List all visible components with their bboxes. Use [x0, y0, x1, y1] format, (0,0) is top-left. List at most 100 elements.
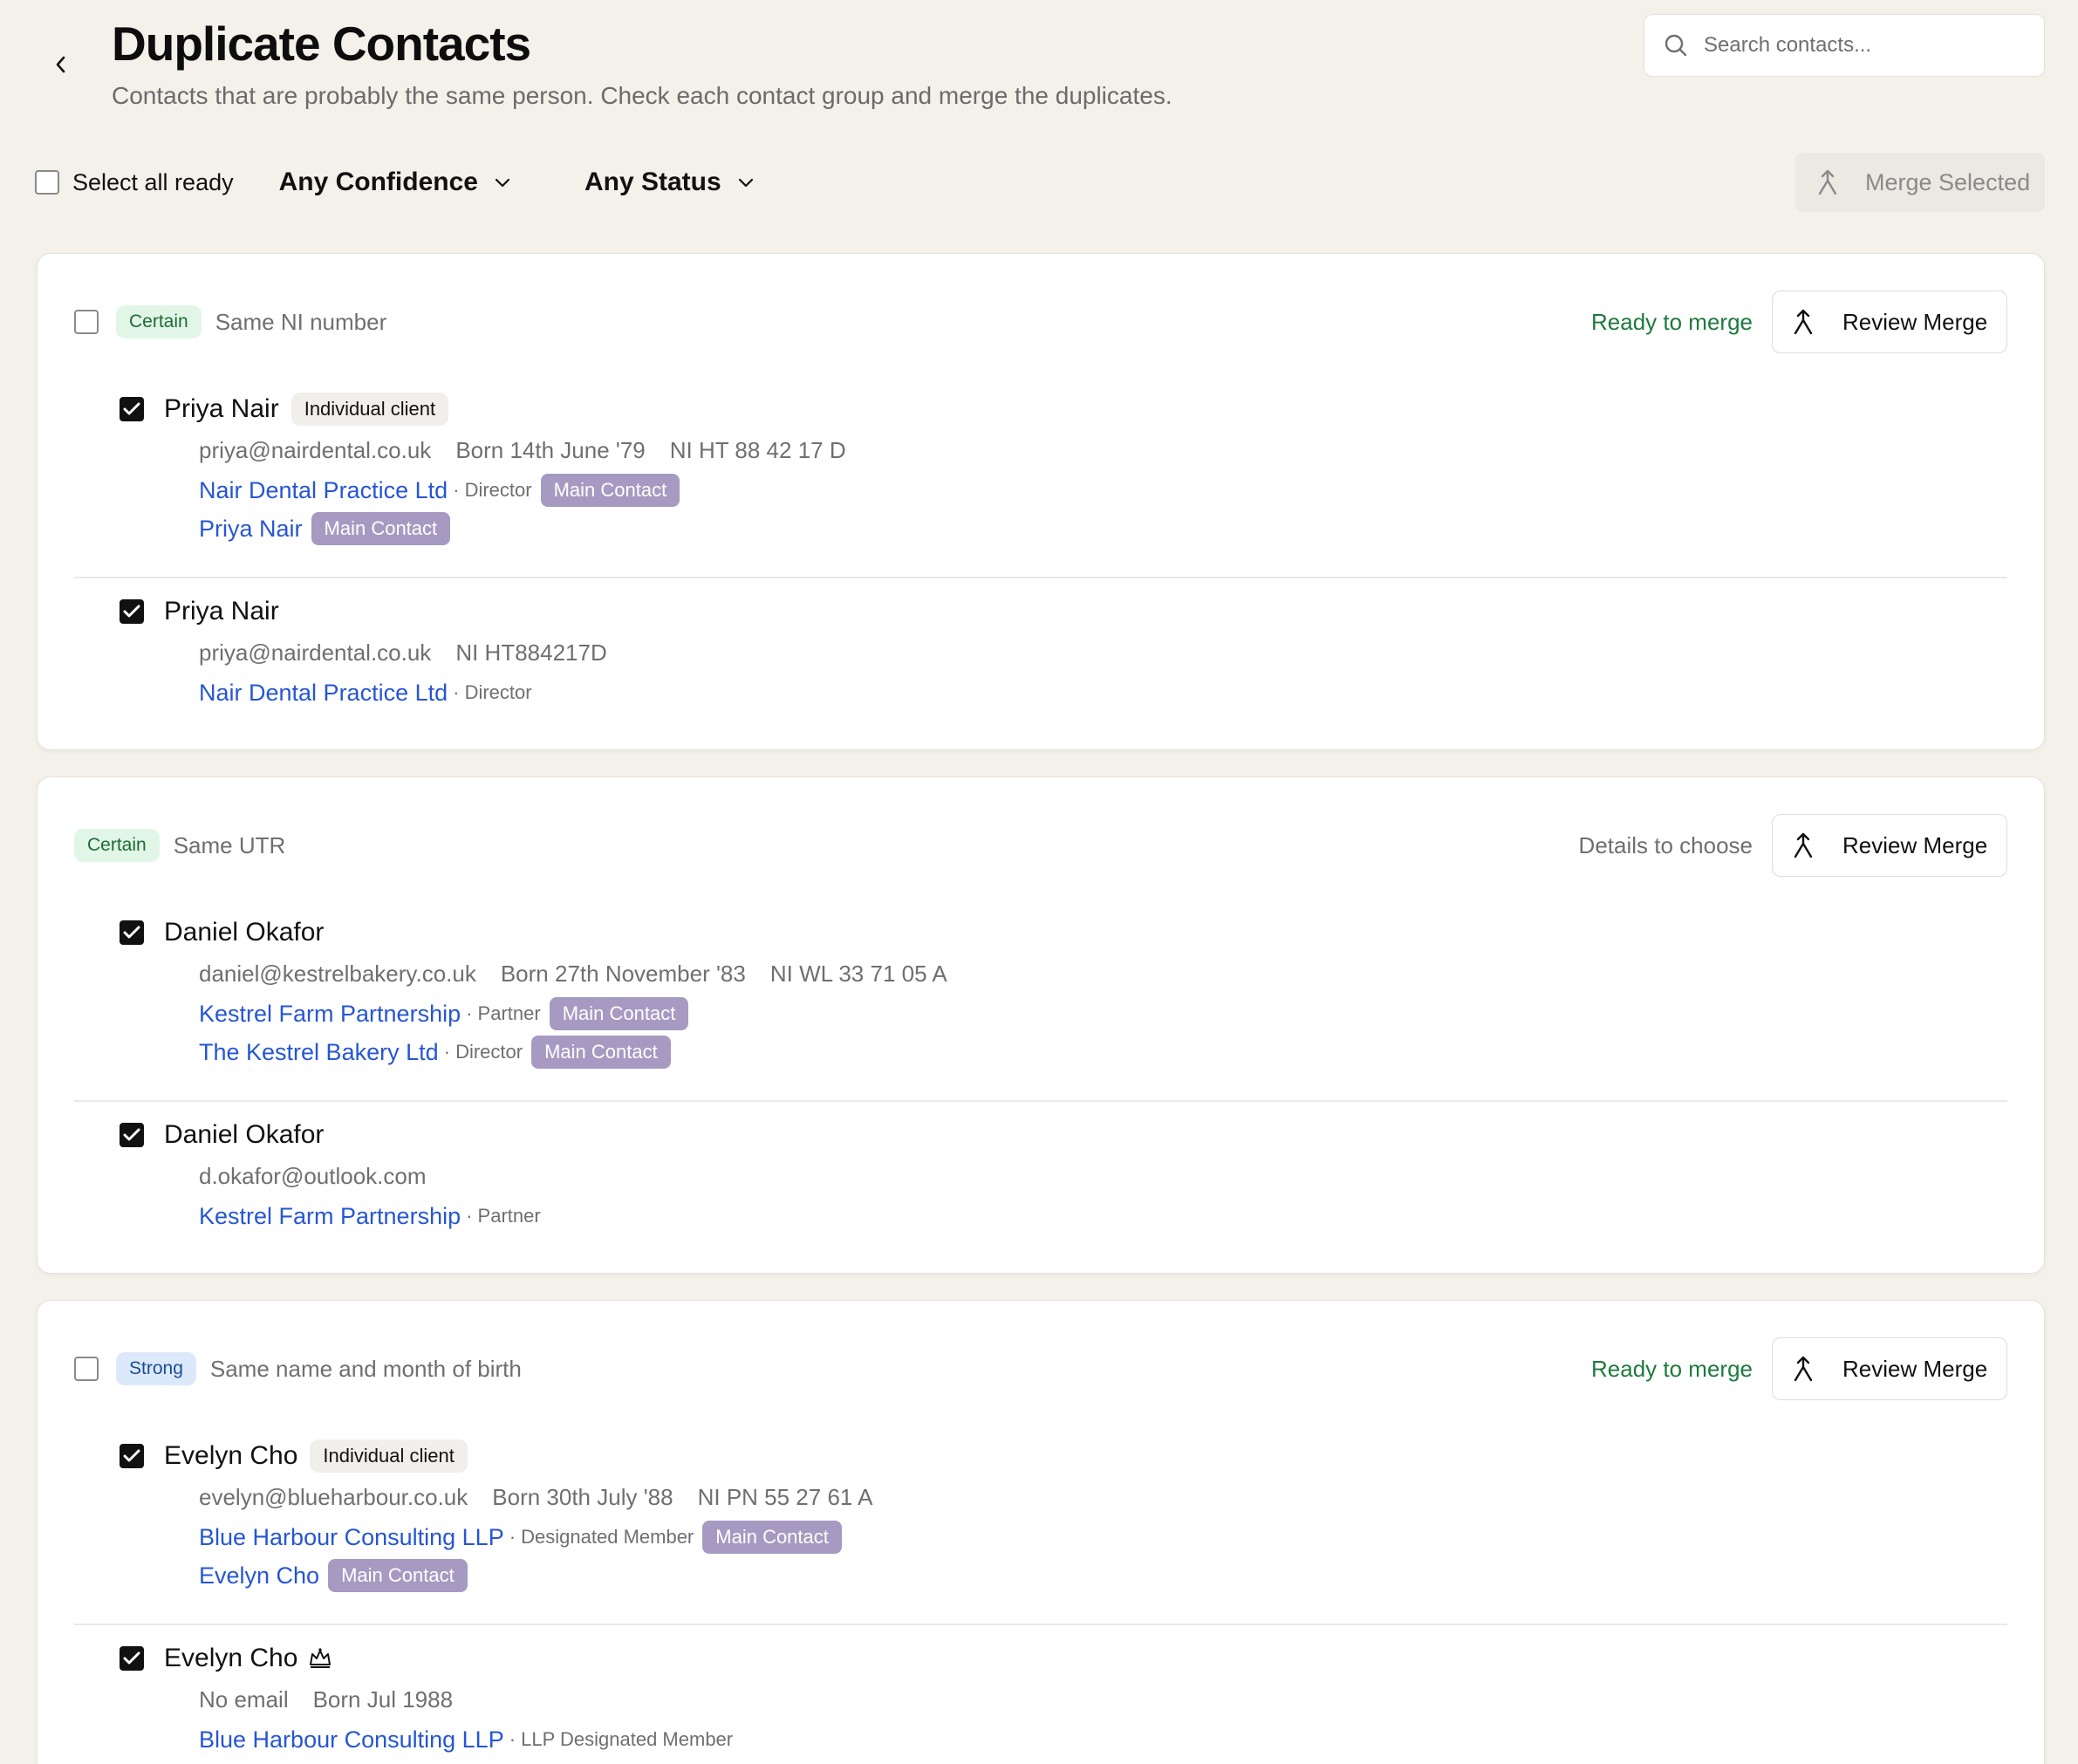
confidence-filter-dropdown[interactable]: Any Confidence	[279, 168, 511, 197]
contact-birth-date: Born 30th July '88	[492, 1484, 673, 1510]
merge-status: Ready to merge	[1591, 1355, 1753, 1382]
contact-select-checkbox[interactable]	[120, 397, 144, 421]
linked-entity-row: Priya Nair Main Contact	[199, 512, 2007, 545]
merge-icon	[1794, 832, 1813, 858]
match-reason: Same name and month of birth	[209, 1355, 522, 1382]
contact-name[interactable]: Daniel Okafor	[164, 918, 324, 947]
check-icon	[123, 1449, 140, 1462]
check-icon	[123, 926, 140, 939]
entity-role: · LLP Designated Member	[509, 1728, 734, 1750]
confidence-badge: Certain	[74, 829, 160, 862]
contact-select-checkbox[interactable]	[120, 599, 144, 624]
group-select-checkbox[interactable]	[74, 1357, 99, 1381]
contact-email: d.okafor@outlook.com	[199, 1163, 427, 1189]
contact-divider	[74, 1100, 2007, 1102]
review-merge-button[interactable]: Review Merge	[1772, 291, 2007, 353]
linked-entity-row: Evelyn Cho Main Contact	[199, 1559, 2007, 1592]
contact-entry: Daniel Okafor daniel@kestrelbakery.co.uk…	[120, 915, 2007, 1069]
back-button[interactable]	[49, 49, 73, 80]
linked-entity-link[interactable]: Kestrel Farm Partnership	[199, 1203, 461, 1230]
client-type-badge: Individual client	[291, 393, 449, 426]
contact-email: No email	[199, 1686, 289, 1713]
entity-role: · Partner	[466, 1002, 541, 1024]
review-merge-button[interactable]: Review Merge	[1772, 1337, 2007, 1400]
confidence-badge: Strong	[116, 1352, 196, 1385]
check-icon	[123, 605, 140, 618]
linked-entity-row: The Kestrel Bakery Ltd · Director Main C…	[199, 1036, 2007, 1069]
contact-divider	[74, 1624, 2007, 1625]
contact-birth-date: Born 14th June '79	[455, 437, 646, 463]
client-type-badge: Individual client	[310, 1439, 468, 1473]
select-all-label: Select all ready	[72, 168, 234, 195]
match-reason: Same NI number	[215, 308, 387, 335]
contact-select-checkbox[interactable]	[120, 1123, 144, 1147]
check-icon	[123, 402, 140, 415]
duplicate-group-card: Certain Same UTR Details to choose Revie…	[37, 776, 2045, 1274]
contact-meta: d.okafor@outlook.com	[199, 1163, 2007, 1190]
review-merge-label: Review Merge	[1842, 831, 1988, 858]
contact-birth-date: Born 27th November '83	[500, 961, 746, 987]
contact-name[interactable]: Priya Nair	[164, 394, 279, 424]
contact-name[interactable]: Evelyn Cho	[164, 1644, 297, 1673]
entity-role: · Director	[453, 479, 532, 501]
group-header: Certain Same NI number Ready to merge Re…	[74, 291, 2007, 353]
merge-icon	[1818, 169, 1837, 195]
contact-entry: Evelyn Cho No email Born Jul 1988 Blue H…	[120, 1641, 2007, 1755]
contact-select-checkbox[interactable]	[120, 920, 144, 945]
select-all-checkbox[interactable]	[35, 170, 59, 195]
contact-ni-number: NI WL 33 71 05 A	[769, 961, 947, 987]
contact-divider	[74, 577, 2007, 578]
contact-name[interactable]: Evelyn Cho	[164, 1441, 297, 1471]
group-select-checkbox[interactable]	[74, 310, 99, 334]
main-contact-tag: Main Contact	[531, 1036, 671, 1069]
contact-email: evelyn@blueharbour.co.uk	[199, 1484, 468, 1510]
linked-entity-row: Nair Dental Practice Ltd · Director Main…	[199, 474, 2007, 507]
review-merge-button[interactable]: Review Merge	[1772, 814, 2007, 877]
merge-icon	[1794, 309, 1813, 335]
toolbar: Select all ready Any Confidence Any Stat…	[35, 152, 2045, 213]
check-icon	[123, 1651, 140, 1665]
contact-email: daniel@kestrelbakery.co.uk	[199, 961, 476, 987]
linked-entity-link[interactable]: Nair Dental Practice Ltd	[199, 680, 448, 707]
linked-entity-row: Nair Dental Practice Ltd · Director	[199, 677, 2007, 708]
main-contact-tag: Main Contact	[328, 1559, 468, 1592]
linked-entity-link[interactable]: Blue Harbour Consulting LLP	[199, 1524, 504, 1551]
duplicate-group-card: Strong Same name and month of birth Read…	[37, 1300, 2045, 1764]
contact-ni-number: NI HT 88 42 17 D	[669, 437, 846, 463]
review-merge-label: Review Merge	[1842, 308, 1988, 335]
contact-meta: No email Born Jul 1988	[199, 1686, 2007, 1713]
merge-selected-label: Merge Selected	[1865, 168, 2031, 195]
contact-name[interactable]: Daniel Okafor	[164, 1120, 324, 1150]
contact-meta: daniel@kestrelbakery.co.uk Born 27th Nov…	[199, 961, 2007, 988]
linked-entity-row: Blue Harbour Consulting LLP · Designated…	[199, 1521, 2007, 1554]
linked-entity-link[interactable]: Blue Harbour Consulting LLP	[199, 1726, 504, 1754]
chevron-down-icon	[495, 178, 510, 188]
review-merge-label: Review Merge	[1842, 1355, 1988, 1382]
contact-entry: Priya Nair Individual client priya@naird…	[120, 392, 2007, 545]
page-subtitle: Contacts that are probably the same pers…	[112, 82, 1172, 109]
linked-entity-link[interactable]: The Kestrel Bakery Ltd	[199, 1039, 439, 1066]
status-filter-dropdown[interactable]: Any Status	[584, 168, 755, 197]
merge-status: Ready to merge	[1591, 308, 1753, 335]
contact-birth-date: Born Jul 1988	[312, 1686, 454, 1713]
contact-select-checkbox[interactable]	[120, 1444, 144, 1468]
chevron-left-icon	[56, 56, 65, 73]
linked-entity-row: Kestrel Farm Partnership · Partner Main …	[199, 997, 2007, 1030]
linked-entity-row: Blue Harbour Consulting LLP · LLP Design…	[199, 1724, 2007, 1755]
contact-select-checkbox[interactable]	[120, 1646, 144, 1671]
contact-email: priya@nairdental.co.uk	[199, 639, 432, 666]
linked-entity-link[interactable]: Nair Dental Practice Ltd	[199, 477, 448, 504]
status-filter-label: Any Status	[584, 168, 721, 196]
entity-role: · Designated Member	[509, 1526, 694, 1548]
linked-entity-link[interactable]: Evelyn Cho	[199, 1562, 319, 1590]
select-all-toggle[interactable]: Select all ready	[35, 169, 234, 196]
main-contact-tag: Main Contact	[540, 474, 680, 507]
linked-entity-link[interactable]: Kestrel Farm Partnership	[199, 1001, 461, 1028]
linked-entity-link[interactable]: Priya Nair	[199, 516, 303, 543]
merge-icon	[1794, 1356, 1813, 1382]
contact-name[interactable]: Priya Nair	[164, 597, 279, 626]
entity-role: · Director	[443, 1041, 523, 1063]
search-input[interactable]	[1704, 33, 2035, 58]
merge-selected-button[interactable]: Merge Selected	[1795, 153, 2045, 212]
search-box[interactable]	[1644, 14, 2045, 77]
